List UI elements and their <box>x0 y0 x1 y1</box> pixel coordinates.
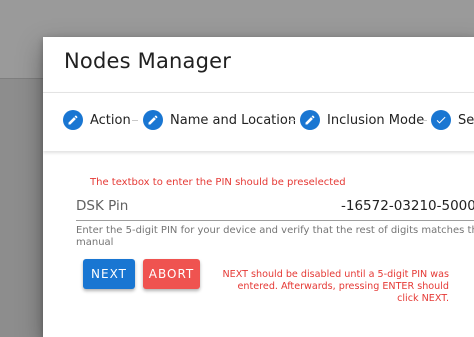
step-label: Se <box>458 112 474 128</box>
pencil-icon <box>143 110 163 130</box>
pencil-icon <box>63 110 83 130</box>
step-connector <box>132 120 138 121</box>
step-label: Action <box>90 112 131 128</box>
step-security[interactable]: Se <box>431 108 474 132</box>
nodes-manager-dialog: Nodes Manager Action Name and Location I… <box>43 37 474 337</box>
check-icon <box>431 110 451 130</box>
dialog-title: Nodes Manager <box>64 49 232 73</box>
annotation-next-note: NEXT should be disabled until a 5-digit … <box>222 269 449 304</box>
abort-button[interactable]: ABORT <box>143 259 200 289</box>
stepper: Action Name and Location Inclusion Mode … <box>43 92 474 151</box>
dsk-pin-label: DSK Pin <box>76 198 129 214</box>
annotation-preselect-note: The textbox to enter the PIN should be p… <box>90 177 346 188</box>
dsk-pin-underline <box>76 220 474 221</box>
step-action[interactable]: Action <box>63 108 131 132</box>
step-connector <box>289 120 295 121</box>
pencil-icon <box>300 110 320 130</box>
next-button[interactable]: NEXT <box>83 259 135 289</box>
step-inclusion-mode[interactable]: Inclusion Mode <box>300 108 424 132</box>
step-label: Name and Location <box>170 112 297 128</box>
dsk-pin-hint: Enter the 5-digit PIN for your device an… <box>76 225 474 248</box>
step-connector <box>421 120 427 121</box>
dsk-pin-input[interactable]: -16572-03210-50000 <box>341 198 474 214</box>
step-label: Inclusion Mode <box>327 112 425 128</box>
step-name-and-location[interactable]: Name and Location <box>143 108 296 132</box>
